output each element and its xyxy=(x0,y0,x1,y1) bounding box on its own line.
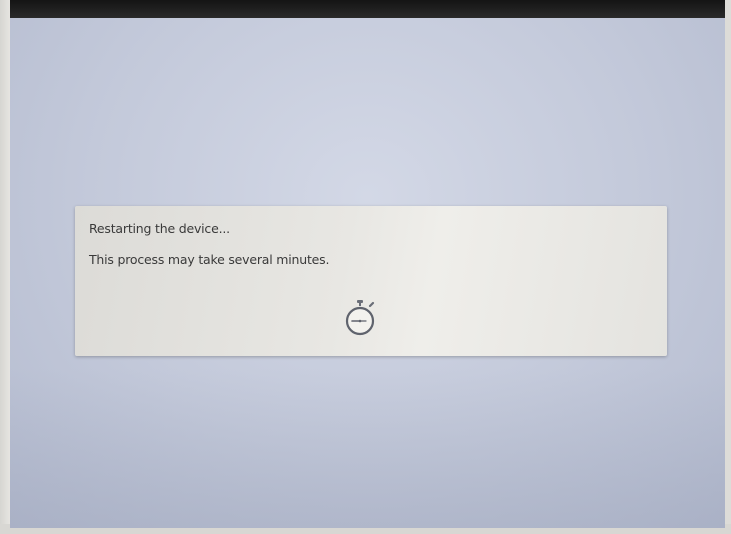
monitor-bezel-right xyxy=(725,0,731,534)
dialog-message: This process may take several minutes. xyxy=(89,252,330,267)
monitor-bezel-left xyxy=(0,0,10,534)
restart-dialog: Restarting the device... This process ma… xyxy=(75,206,667,356)
dialog-title: Restarting the device... xyxy=(89,221,230,236)
device-screen: Restarting the device... This process ma… xyxy=(10,18,725,528)
stopwatch-icon xyxy=(345,300,375,336)
monitor-bezel-top xyxy=(0,0,731,18)
